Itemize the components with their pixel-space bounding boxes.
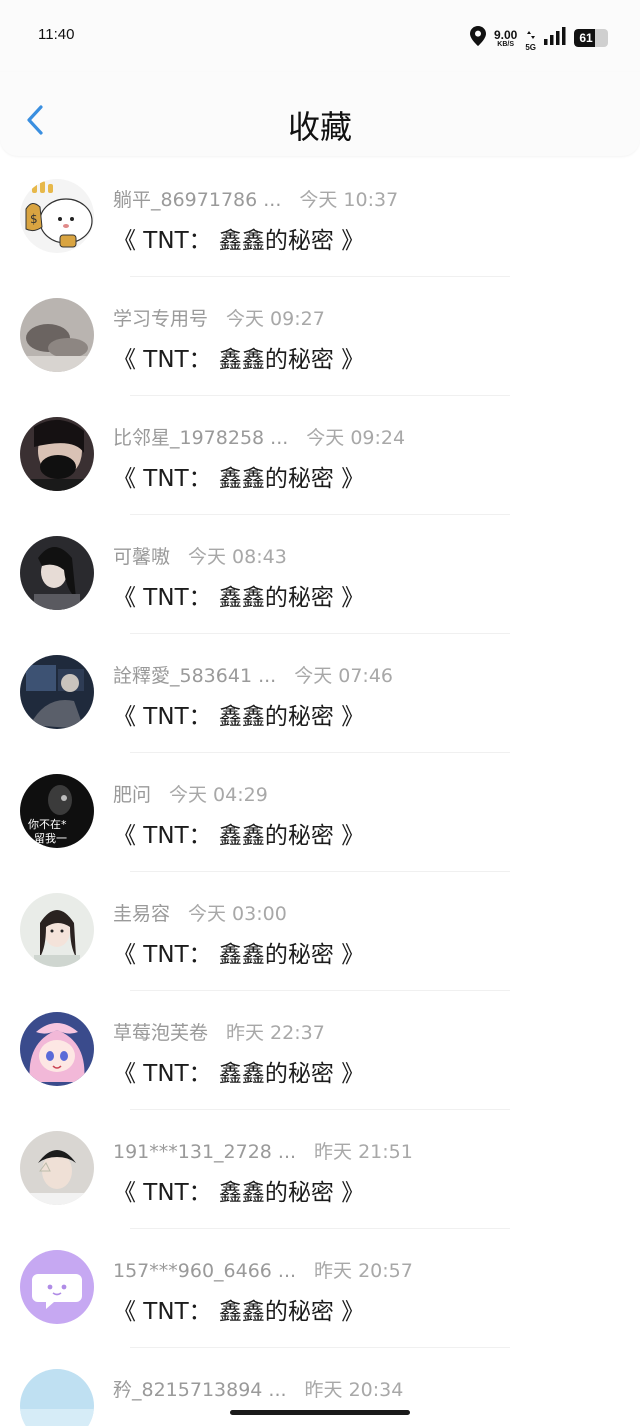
list-item[interactable]: 学习专用号 今天 09:27 《 TNT： 鑫鑫的秘密 》 <box>0 277 640 396</box>
user-name: 191***131_2728 ... <box>113 1141 297 1163</box>
list-item[interactable]: 可馨嗷 今天 08:43 《 TNT： 鑫鑫的秘密 》 <box>0 515 640 634</box>
item-time: 今天 07:46 <box>294 665 393 687</box>
page-title: 收藏 <box>287 108 352 146</box>
data-transfer-icon <box>526 24 535 43</box>
item-title: 《 TNT： 鑫鑫的秘密 》 <box>113 585 365 611</box>
network-type-label: 5G <box>525 43 536 52</box>
item-title: 《 TNT： 鑫鑫的秘密 》 <box>113 942 365 968</box>
avatar[interactable] <box>20 1131 94 1205</box>
item-meta: 躺平_86971786 ... 今天 10:37 <box>113 185 398 212</box>
item-time: 今天 03:00 <box>188 903 287 925</box>
avatar[interactable] <box>20 536 94 610</box>
item-meta: 肥问 今天 04:29 <box>113 780 268 807</box>
list-item[interactable]: $ 躺平_86971786 ... 今天 10:37 《 TNT： 鑫鑫的秘密 》 <box>0 158 640 277</box>
user-name: 矜_8215713894 ... <box>113 1379 287 1401</box>
list-item[interactable]: 詮釋愛_583641 ... 今天 07:46 《 TNT： 鑫鑫的秘密 》 <box>0 634 640 753</box>
list-item[interactable]: 圭易容 今天 03:00 《 TNT： 鑫鑫的秘密 》 <box>0 872 640 991</box>
status-time: 11:40 <box>38 26 75 43</box>
item-time: 昨天 21:51 <box>314 1141 413 1163</box>
avatar[interactable] <box>20 417 94 491</box>
item-meta: 詮釋愛_583641 ... 今天 07:46 <box>113 661 393 688</box>
user-name: 比邻星_1978258 ... <box>113 427 289 449</box>
item-meta: 可馨嗷 今天 08:43 <box>113 542 287 569</box>
home-indicator[interactable] <box>230 1410 410 1415</box>
user-name: 草莓泡芙卷 <box>113 1022 209 1044</box>
network-speed-unit: KB/S <box>497 40 515 48</box>
network-speed-value: 9.00 <box>493 27 518 42</box>
item-meta: 191***131_2728 ... 昨天 21:51 <box>113 1137 413 1164</box>
list-item[interactable]: 草莓泡芙卷 昨天 22:37 《 TNT： 鑫鑫的秘密 》 <box>0 991 640 1110</box>
user-name: 躺平_86971786 ... <box>113 189 282 211</box>
item-time: 今天 04:29 <box>169 784 268 806</box>
item-time: 昨天 20:57 <box>314 1260 413 1282</box>
network-type: 5G <box>525 24 536 52</box>
item-title: 《 TNT： 鑫鑫的秘密 》 <box>113 823 365 849</box>
user-name: 圭易容 <box>113 903 171 925</box>
item-meta: 157***960_6466 ... 昨天 20:57 <box>113 1256 413 1283</box>
item-title: 《 TNT： 鑫鑫的秘密 》 <box>113 704 365 730</box>
item-time: 今天 10:37 <box>299 189 399 211</box>
item-time: 今天 09:24 <box>306 427 406 449</box>
item-title: 《 TNT： 鑫鑫的秘密 》 <box>113 1061 365 1087</box>
item-title: 《 TNT： 鑫鑫的秘密 》 <box>113 1180 365 1206</box>
user-name: 肥问 <box>113 784 152 806</box>
avatar[interactable] <box>20 1369 94 1426</box>
item-meta: 比邻星_1978258 ... 今天 09:24 <box>113 423 405 450</box>
item-time: 今天 09:27 <box>226 308 325 330</box>
user-name: 詮釋愛_583641 ... <box>113 665 277 687</box>
item-meta: 矜_8215713894 ... 昨天 20:34 <box>113 1375 403 1402</box>
avatar[interactable] <box>20 1012 94 1086</box>
item-time: 昨天 22:37 <box>226 1022 325 1044</box>
item-meta: 圭易容 今天 03:00 <box>113 899 287 926</box>
battery-icon: 61 <box>574 29 608 47</box>
item-title: 《 TNT： 鑫鑫的秘密 》 <box>113 1299 365 1325</box>
network-speed: 9.00 KB/S <box>494 29 517 48</box>
favorites-list: $ 躺平_86971786 ... 今天 10:37 《 TNT： 鑫鑫的秘密 》学习… <box>0 158 640 1426</box>
avatar[interactable]: 你不在* 留我一 <box>20 774 94 848</box>
signal-icon <box>544 27 566 49</box>
list-item[interactable]: 比邻星_1978258 ... 今天 09:24 《 TNT： 鑫鑫的秘密 》 <box>0 396 640 515</box>
user-name: 可馨嗷 <box>113 546 171 568</box>
avatar[interactable] <box>20 298 94 372</box>
list-item[interactable]: 157***960_6466 ... 昨天 20:57 《 TNT： 鑫鑫的秘密 》 <box>0 1229 640 1348</box>
page-header: 收藏 <box>0 72 640 156</box>
item-time: 昨天 20:34 <box>304 1379 404 1401</box>
item-title: 《 TNT： 鑫鑫的秘密 》 <box>113 347 365 373</box>
item-title: 《 TNT： 鑫鑫的秘密 》 <box>113 466 365 492</box>
avatar[interactable] <box>20 1250 94 1324</box>
battery-level: 61 <box>579 31 593 45</box>
list-item[interactable]: 191***131_2728 ... 昨天 21:51 《 TNT： 鑫鑫的秘密 》 <box>0 1110 640 1229</box>
status-icons: 9.00 KB/S 5G 61 <box>469 24 608 52</box>
avatar[interactable] <box>20 893 94 967</box>
item-meta: 学习专用号 今天 09:27 <box>113 304 325 331</box>
avatar-caption-line-1: 你不在* <box>28 818 67 831</box>
user-name: 学习专用号 <box>113 308 209 330</box>
location-icon <box>469 26 486 50</box>
status-bar: 11:40 9.00 KB/S 5G 61 <box>0 0 640 72</box>
item-title: 《 TNT： 鑫鑫的秘密 》 <box>113 228 365 254</box>
user-name: 157***960_6466 ... <box>113 1260 297 1282</box>
item-meta: 草莓泡芙卷 昨天 22:37 <box>113 1018 325 1045</box>
svg-text:$: $ <box>30 212 38 226</box>
avatar-caption-line-2: 留我一 <box>34 832 67 845</box>
avatar[interactable] <box>20 655 94 729</box>
list-item[interactable]: 你不在* 留我一 肥问 今天 04:29 《 TNT： 鑫鑫的秘密 》 <box>0 753 640 872</box>
item-time: 今天 08:43 <box>188 546 287 568</box>
avatar[interactable]: $ <box>20 179 94 253</box>
